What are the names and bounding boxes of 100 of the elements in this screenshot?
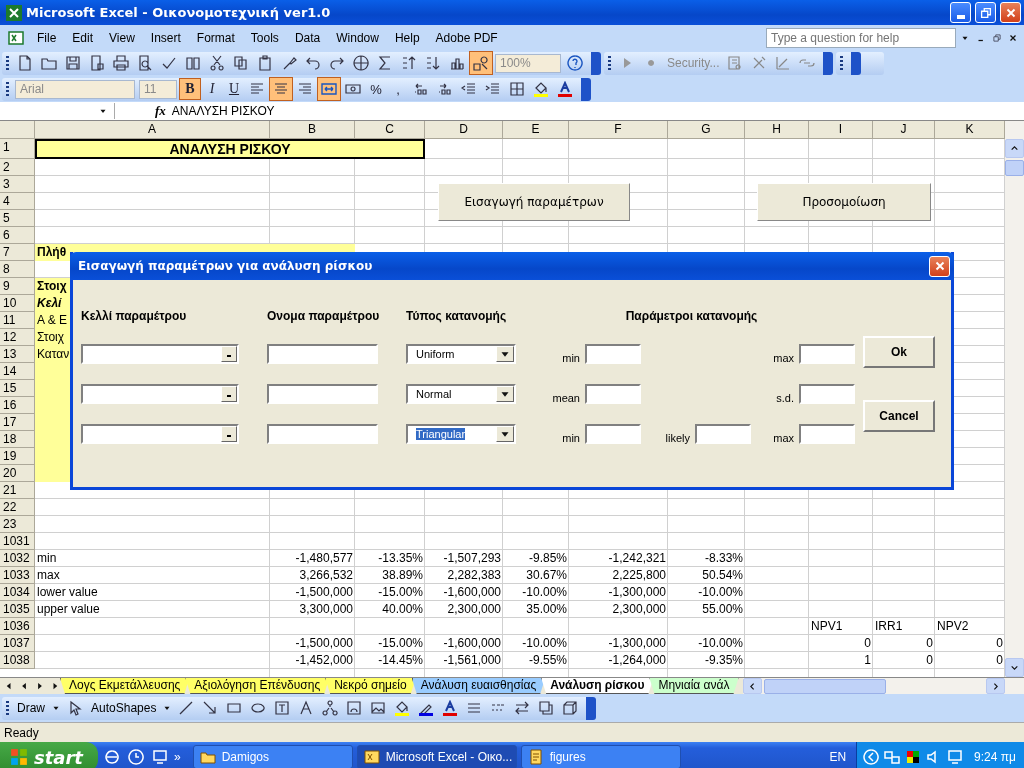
row-header[interactable]: 1 <box>0 139 35 159</box>
scroll-thumb[interactable] <box>763 678 886 694</box>
row-header[interactable]: 21 <box>0 482 35 499</box>
cell-reference-field[interactable] <box>81 344 239 364</box>
row-header[interactable]: 10 <box>0 295 35 312</box>
menu-item[interactable]: Data <box>287 28 328 47</box>
menu-item[interactable]: File <box>30 28 64 47</box>
taskbar-button[interactable]: figures <box>520 745 681 768</box>
toolbar-grip[interactable] <box>6 55 9 71</box>
row-header[interactable]: 14 <box>0 363 35 380</box>
parameter-field[interactable] <box>695 424 751 444</box>
scroll-left-button[interactable] <box>742 678 762 694</box>
menu-item[interactable]: Format <box>189 28 242 47</box>
column-header[interactable]: E <box>503 121 569 139</box>
distribution-dropdown[interactable]: Uniform <box>406 344 516 364</box>
column-header[interactable]: A <box>35 121 270 139</box>
row-header[interactable]: 16 <box>0 397 35 414</box>
taskbar-button[interactable]: Microsoft Excel - Οικο... <box>356 745 517 768</box>
scroll-up-button[interactable] <box>1005 139 1024 158</box>
toolbar-grip[interactable] <box>6 700 9 716</box>
horizontal-scrollbar[interactable] <box>742 678 1024 694</box>
menu-item[interactable]: Adobe PDF <box>428 28 505 47</box>
row-header[interactable]: 8 <box>0 261 35 278</box>
parameter-field[interactable] <box>799 424 855 444</box>
caret-icon[interactable] <box>496 346 514 362</box>
row-header[interactable]: 19 <box>0 448 35 465</box>
close-button[interactable] <box>929 255 950 277</box>
restore-button[interactable] <box>975 2 996 23</box>
row-header[interactable]: 9 <box>0 278 35 295</box>
parameter-field[interactable] <box>585 384 641 404</box>
back-icon[interactable] <box>861 747 882 767</box>
row-header[interactable]: 11 <box>0 312 35 329</box>
column-header[interactable]: J <box>873 121 935 139</box>
distribution-dropdown[interactable]: Triangular <box>406 424 516 444</box>
clock-icon[interactable] <box>126 747 146 767</box>
cell-reference-field[interactable] <box>81 424 239 444</box>
column-header[interactable]: D <box>425 121 503 139</box>
column-header[interactable]: K <box>935 121 1005 139</box>
row-header[interactable]: 6 <box>0 227 35 244</box>
row-header[interactable]: 23 <box>0 516 35 533</box>
row-header[interactable]: 2 <box>0 159 35 176</box>
toolbar-options-button[interactable] <box>823 51 834 75</box>
menu-item[interactable]: Tools <box>243 28 286 47</box>
number-format-button[interactable]: % <box>365 78 387 100</box>
language-indicator[interactable]: EN <box>829 750 847 764</box>
merge-center-icon[interactable] <box>317 77 341 101</box>
column-header[interactable]: G <box>668 121 745 139</box>
name-field[interactable] <box>267 424 378 444</box>
sheet-tab[interactable]: Αξιολόγηση Επένδυσης <box>185 678 330 694</box>
toolbar-options-button[interactable] <box>591 51 601 75</box>
row-header[interactable]: 15 <box>0 380 35 397</box>
sheet-tab[interactable]: Νεκρό σημείο <box>325 678 416 694</box>
toolbar-options-button[interactable] <box>851 51 862 75</box>
autoshapes-menu[interactable]: AutoShapes <box>87 701 161 715</box>
column-header[interactable]: I <box>809 121 873 139</box>
toolbar-grip[interactable] <box>6 81 9 97</box>
menu-item[interactable]: Help <box>387 28 427 47</box>
menu-item[interactable]: Insert <box>143 28 188 47</box>
name-field[interactable] <box>267 344 378 364</box>
row-header[interactable]: 5 <box>0 210 35 227</box>
row-header[interactable]: 3 <box>0 176 35 193</box>
scroll-thumb[interactable] <box>1005 160 1024 176</box>
row-header[interactable]: 13 <box>0 346 35 363</box>
cell-reference-field[interactable] <box>81 384 239 404</box>
taskbar-button[interactable]: Damigos <box>192 745 353 768</box>
formula-field[interactable]: ΑΝΑΛΥΣΗ ΡΙΣΚΟΥ <box>171 104 275 118</box>
caret-icon[interactable] <box>496 386 514 402</box>
toolbar-options-button[interactable] <box>581 77 591 101</box>
column-header[interactable]: F <box>569 121 668 139</box>
caret-icon[interactable] <box>496 426 514 442</box>
row-header[interactable]: 17 <box>0 414 35 431</box>
column-header[interactable]: H <box>745 121 809 139</box>
function-label[interactable]: fx <box>155 103 166 119</box>
menu-item[interactable]: View <box>102 28 142 47</box>
row-header[interactable]: 1035 <box>0 601 35 618</box>
style-button[interactable]: B <box>179 78 201 100</box>
dialog-button[interactable]: Cancel <box>863 400 935 432</box>
row-header[interactable]: 1038 <box>0 652 35 669</box>
monitor-icon[interactable] <box>150 747 170 767</box>
toolbar-options-button[interactable] <box>586 696 597 720</box>
row-header[interactable]: 22 <box>0 499 35 516</box>
minimize-button[interactable] <box>950 2 971 23</box>
row-header[interactable]: 1032 <box>0 550 35 567</box>
row-header[interactable]: 12 <box>0 329 35 346</box>
row-header[interactable]: 1037 <box>0 635 35 652</box>
more-button[interactable]: » <box>174 750 181 764</box>
browser-icon[interactable] <box>102 747 122 767</box>
distribution-dropdown[interactable]: Normal <box>406 384 516 404</box>
row-header[interactable]: 7 <box>0 244 35 261</box>
close-button[interactable] <box>1000 2 1021 23</box>
parameter-field[interactable] <box>799 384 855 404</box>
collapse-button[interactable] <box>221 386 237 402</box>
sheet-button[interactable]: Εισαγωγή παραμέτρων <box>438 183 630 221</box>
sheet-tab[interactable]: Ανάλυση ρίσκου <box>541 678 654 694</box>
row-header[interactable]: 1033 <box>0 567 35 584</box>
parameter-field[interactable] <box>585 424 641 444</box>
collapse-button[interactable] <box>221 346 237 362</box>
name-field[interactable] <box>267 384 378 404</box>
collapse-button[interactable] <box>221 426 237 442</box>
menu-item[interactable]: Window <box>329 28 386 47</box>
